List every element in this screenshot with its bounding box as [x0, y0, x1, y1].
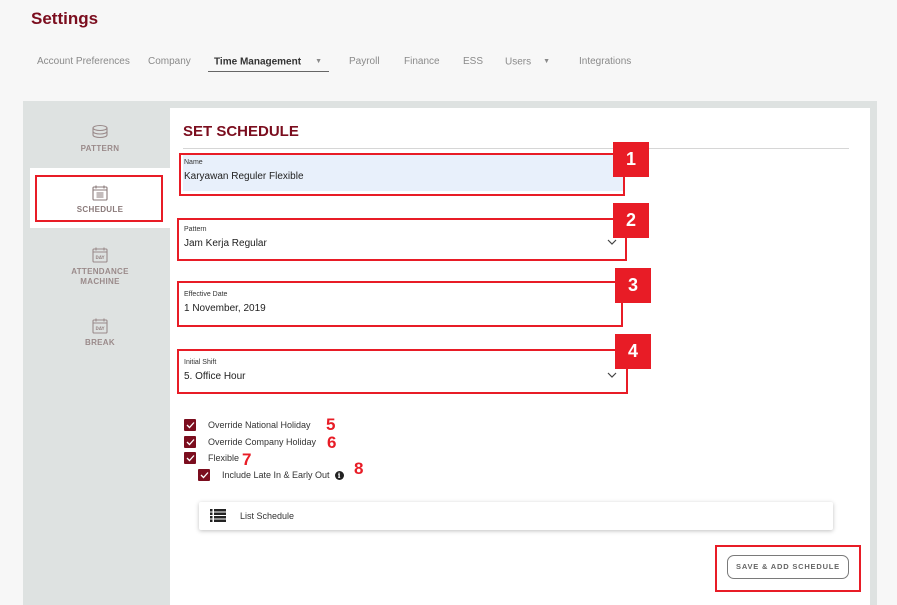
annotation-marker: 7 [242, 450, 252, 469]
calendar-day-icon: DAY [92, 247, 108, 263]
annotation-marker: 3 [615, 268, 651, 303]
name-field[interactable]: Name Karyawan Reguler Flexible [183, 155, 623, 191]
info-icon[interactable]: i [334, 470, 344, 480]
override-company-holiday-checkbox[interactable] [184, 436, 196, 448]
checkbox-label: Include Late In & Early Out [222, 470, 330, 480]
sidebar-item-label: SCHEDULE [76, 205, 124, 214]
annotation-marker: 1 [613, 142, 649, 177]
nav-label: ESS [463, 56, 484, 67]
nav-label: Company [148, 56, 191, 67]
checkbox-label: Override National Holiday [208, 420, 311, 430]
divider [183, 148, 849, 149]
chevron-down-icon [607, 239, 617, 245]
nav-account-preferences[interactable]: Account Preferences [37, 52, 130, 72]
include-late-in-early-out-row: Include Late In & Early Out i [198, 468, 344, 482]
field-label: Pattern [184, 226, 207, 233]
override-company-holiday-row: Override Company Holiday [184, 435, 316, 449]
sidebar: PATTERN SCHEDULE DAY ATTENDANCE MACHINE [23, 101, 170, 605]
nav-label: Time Management [214, 56, 302, 68]
override-national-holiday-checkbox[interactable] [184, 419, 196, 431]
field-value: 5. Office Hour [184, 371, 246, 382]
include-late-in-early-out-checkbox[interactable] [198, 469, 210, 481]
nav-label: Integrations [579, 56, 632, 67]
sidebar-item-label: PATTERN [80, 144, 120, 153]
chevron-down-icon [607, 372, 617, 378]
checkbox-label: Override Company Holiday [208, 437, 317, 447]
field-value: Jam Kerja Regular [184, 238, 267, 249]
nav-payroll[interactable]: Payroll [349, 52, 380, 72]
sidebar-item-attendance-machine[interactable]: DAY ATTENDANCE MACHINE [30, 246, 170, 291]
calendar-list-icon [92, 185, 108, 201]
nav-finance[interactable]: Finance [404, 52, 440, 72]
field-label: Initial Shift [184, 359, 217, 366]
nav-label: Finance [404, 56, 440, 67]
nav-label: Account Preferences [37, 56, 130, 67]
nav-label: Payroll [349, 56, 380, 67]
annotation-marker: 6 [327, 433, 337, 452]
nav-integrations[interactable]: Integrations [579, 52, 631, 72]
nav-time-management[interactable]: Time Management ▼ [208, 52, 329, 72]
nav-company[interactable]: Company [148, 52, 191, 72]
caret-down-icon: ▼ [315, 58, 322, 65]
page-title: Settings [31, 9, 99, 28]
field-label: Name [184, 159, 203, 166]
field-value: 1 November, 2019 [184, 303, 266, 314]
list-schedule-toggle[interactable]: List Schedule [199, 502, 833, 530]
caret-down-icon: ▼ [543, 58, 551, 65]
save-and-add-schedule-button[interactable]: SAVE & ADD SCHEDULE [727, 555, 849, 579]
nav-ess[interactable]: ESS [463, 52, 483, 72]
check-icon [186, 455, 194, 462]
settings-panel: PATTERN SCHEDULE DAY ATTENDANCE MACHINE [23, 101, 877, 605]
nav-label: Users [505, 56, 532, 68]
section-title: SET SCHEDULE [183, 123, 299, 140]
flexible-checkbox[interactable] [184, 452, 196, 464]
override-national-holiday-row: Override National Holiday [184, 418, 311, 432]
sidebar-item-break[interactable]: DAY BREAK [30, 317, 170, 355]
pattern-select[interactable]: Pattern Jam Kerja Regular [183, 222, 623, 258]
annotation-marker: 4 [615, 334, 651, 369]
sidebar-item-label: ATTENDANCE MACHINE [71, 267, 129, 286]
check-icon [186, 422, 194, 429]
annotation-marker: 8 [354, 459, 364, 478]
sidebar-item-schedule[interactable]: SCHEDULE [30, 168, 170, 228]
annotation-marker: 5 [326, 415, 336, 434]
nav-users[interactable]: Users ▼ [505, 52, 550, 72]
field-value: Karyawan Reguler Flexible [184, 171, 304, 182]
sidebar-item-label: BREAK [85, 338, 115, 347]
check-icon [200, 472, 208, 479]
svg-text:DAY: DAY [96, 255, 105, 260]
annotation-marker: 2 [613, 203, 649, 238]
calendar-day-icon: DAY [92, 318, 108, 334]
layers-icon [92, 124, 108, 139]
flexible-row: Flexible [184, 451, 239, 465]
effective-date-field[interactable]: Effective Date 1 November, 2019 [183, 287, 623, 323]
schedule-form: SET SCHEDULE Name Karyawan Reguler Flexi… [170, 108, 870, 605]
sidebar-item-pattern[interactable]: PATTERN [30, 123, 170, 161]
checkbox-label: Flexible [208, 453, 240, 463]
initial-shift-select[interactable]: Initial Shift 5. Office Hour [183, 355, 623, 391]
list-schedule-label: List Schedule [240, 511, 295, 521]
list-icon [210, 509, 226, 522]
svg-text:DAY: DAY [96, 326, 105, 331]
check-icon [186, 439, 194, 446]
field-label: Effective Date [184, 291, 228, 298]
top-nav: Account Preferences Company Time Managem… [0, 52, 897, 74]
